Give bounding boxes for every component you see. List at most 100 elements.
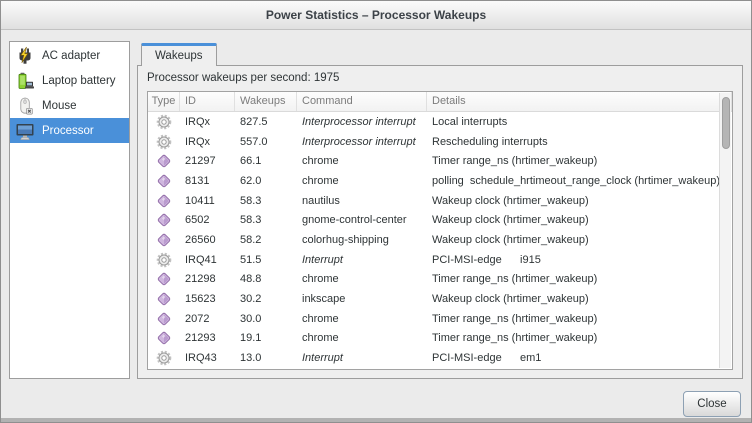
- type-cell: [148, 271, 180, 287]
- id-cell: 21298: [180, 273, 235, 285]
- wakeups-cell: 30.2: [235, 293, 297, 305]
- gear-icon: [156, 252, 172, 268]
- scrollbar-thumb[interactable]: [722, 97, 730, 149]
- table-row[interactable]: IRQ4151.5InterruptPCI-MSI-edge i915: [148, 250, 732, 270]
- diamond-icon: [156, 212, 172, 228]
- command-cell: Interprocessor interrupt: [297, 116, 427, 128]
- sidebar-item-laptop-battery[interactable]: Laptop battery: [10, 68, 129, 93]
- wakeups-cell: 58.3: [235, 214, 297, 226]
- details-cell: Local interrupts: [427, 116, 732, 128]
- column-header-command[interactable]: Command: [297, 92, 427, 111]
- type-cell: [148, 252, 180, 268]
- table-row[interactable]: IRQ4313.0InterruptPCI-MSI-edge em1: [148, 348, 732, 368]
- id-cell: 21297: [180, 155, 235, 167]
- type-cell: [148, 134, 180, 150]
- gear-icon: [156, 350, 172, 366]
- id-cell: IRQ43: [180, 352, 235, 364]
- table-row[interactable]: 2656058.2colorhug-shippingWakeup clock (…: [148, 230, 732, 250]
- wakeups-cell: 58.3: [235, 195, 297, 207]
- sidebar-item-label: Processor: [42, 125, 94, 137]
- details-cell: PCI-MSI-edge i915: [427, 254, 732, 266]
- wakeups-cell: 557.0: [235, 136, 297, 148]
- command-cell: gnome-control-center: [297, 214, 427, 226]
- table-row[interactable]: 1041158.3nautilusWakeup clock (hrtimer_w…: [148, 191, 732, 211]
- command-cell: chrome: [297, 313, 427, 325]
- table-row[interactable]: 2129848.8chromeTimer range_ns (hrtimer_w…: [148, 270, 732, 290]
- column-header-details[interactable]: Details: [427, 92, 732, 111]
- wakeups-cell: 13.0: [235, 352, 297, 364]
- ac-adapter-icon: [14, 45, 36, 67]
- command-cell: Interrupt: [297, 254, 427, 266]
- id-cell: IRQx: [180, 136, 235, 148]
- device-list: AC adapter Laptop battery Mouse: [9, 41, 130, 379]
- details-cell: Timer range_ns (hrtimer_wakeup): [427, 273, 732, 285]
- diamond-icon: [156, 232, 172, 248]
- diamond-icon: [156, 271, 172, 287]
- table-row[interactable]: 650258.3gnome-control-centerWakeup clock…: [148, 210, 732, 230]
- details-cell: PCI-MSI-edge em1: [427, 352, 732, 364]
- table-row[interactable]: IRQx827.5Interprocessor interruptLocal i…: [148, 112, 732, 132]
- diamond-icon: [156, 153, 172, 169]
- command-cell: chrome: [297, 175, 427, 187]
- table-body: IRQx827.5Interprocessor interruptLocal i…: [148, 112, 732, 368]
- id-cell: IRQ41: [180, 254, 235, 266]
- command-cell: nautilus: [297, 195, 427, 207]
- command-cell: chrome: [297, 155, 427, 167]
- titlebar[interactable]: Power Statistics – Processor Wakeups: [1, 1, 751, 30]
- command-cell: colorhug-shipping: [297, 234, 427, 246]
- id-cell: 10411: [180, 195, 235, 207]
- sidebar-item-processor[interactable]: Processor: [10, 118, 129, 143]
- details-cell: Rescheduling interrupts: [427, 136, 732, 148]
- close-button[interactable]: Close: [683, 391, 741, 417]
- diamond-icon: [156, 291, 172, 307]
- type-cell: [148, 350, 180, 366]
- table-header: TypeIDWakeupsCommandDetails: [148, 92, 732, 112]
- wakeups-cell: 19.1: [235, 332, 297, 344]
- type-cell: [148, 193, 180, 209]
- column-header-type[interactable]: Type: [148, 92, 180, 111]
- diamond-icon: [156, 193, 172, 209]
- details-cell: Wakeup clock (hrtimer_wakeup): [427, 214, 732, 226]
- type-cell: [148, 330, 180, 346]
- window-bottom-edge: [1, 418, 751, 422]
- command-cell: Interprocessor interrupt: [297, 136, 427, 148]
- type-cell: [148, 173, 180, 189]
- vertical-scrollbar[interactable]: [719, 93, 731, 368]
- wakeups-cell: 30.0: [235, 313, 297, 325]
- wakeups-table: TypeIDWakeupsCommandDetails IRQx827.5Int…: [147, 91, 733, 370]
- table-row[interactable]: 207230.0chromeTimer range_ns (hrtimer_wa…: [148, 309, 732, 329]
- wakeups-cell: 48.8: [235, 273, 297, 285]
- id-cell: 2072: [180, 313, 235, 325]
- wakeups-cell: 51.5: [235, 254, 297, 266]
- diamond-icon: [156, 173, 172, 189]
- details-cell: Timer range_ns (hrtimer_wakeup): [427, 155, 732, 167]
- table-row[interactable]: 2129319.1chromeTimer range_ns (hrtimer_w…: [148, 329, 732, 349]
- type-cell: [148, 114, 180, 130]
- details-cell: Wakeup clock (hrtimer_wakeup): [427, 195, 732, 207]
- id-cell: IRQx: [180, 116, 235, 128]
- mouse-icon: [14, 95, 36, 117]
- command-cell: chrome: [297, 332, 427, 344]
- table-row[interactable]: 1562330.2inkscapeWakeup clock (hrtimer_w…: [148, 289, 732, 309]
- details-cell: polling schedule_hrtimeout_range_clock (…: [427, 175, 732, 187]
- column-header-wakeups[interactable]: Wakeups: [235, 92, 297, 111]
- gear-icon: [156, 134, 172, 150]
- details-cell: Wakeup clock (hrtimer_wakeup): [427, 234, 732, 246]
- sidebar-item-label: Laptop battery: [42, 75, 116, 87]
- wakeups-cell: 58.2: [235, 234, 297, 246]
- sidebar-item-ac-adapter[interactable]: AC adapter: [10, 43, 129, 68]
- sidebar-item-mouse[interactable]: Mouse: [10, 93, 129, 118]
- table-row[interactable]: IRQx557.0Interprocessor interruptResched…: [148, 132, 732, 152]
- wakeups-cell: 66.1: [235, 155, 297, 167]
- column-header-id[interactable]: ID: [180, 92, 235, 111]
- tab-wakeups[interactable]: Wakeups: [141, 43, 217, 66]
- details-cell: Timer range_ns (hrtimer_wakeup): [427, 313, 732, 325]
- id-cell: 26560: [180, 234, 235, 246]
- table-row[interactable]: 2129766.1chromeTimer range_ns (hrtimer_w…: [148, 151, 732, 171]
- id-cell: 21293: [180, 332, 235, 344]
- id-cell: 15623: [180, 293, 235, 305]
- laptop-battery-icon: [14, 70, 36, 92]
- table-row[interactable]: 813162.0chromepolling schedule_hrtimeout…: [148, 171, 732, 191]
- power-statistics-window: Power Statistics – Processor Wakeups AC …: [0, 0, 752, 423]
- type-cell: [148, 153, 180, 169]
